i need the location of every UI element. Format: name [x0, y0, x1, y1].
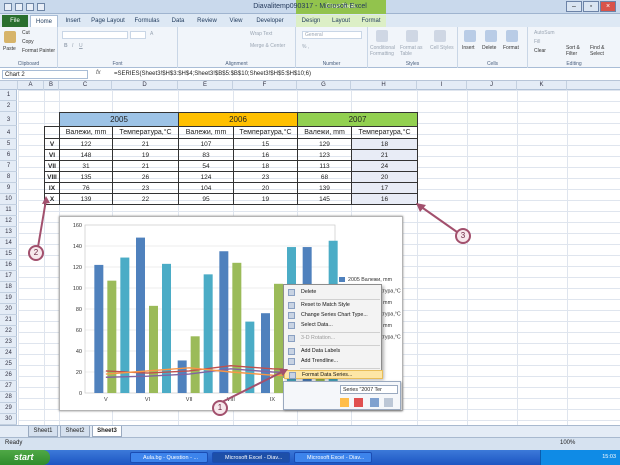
callout-badge-2: 2: [28, 245, 44, 261]
callout-3-arrowhead: [416, 203, 426, 212]
callout-badge-3: 3: [455, 228, 471, 244]
callout-3-arrow: [419, 205, 458, 233]
callout-2-arrowhead: [42, 196, 50, 204]
annotation-arrows: [37, 196, 458, 403]
callout-2-arrow: [37, 199, 47, 248]
callout-1-arrow: [221, 370, 285, 403]
callout-badge-1: 1: [212, 400, 228, 416]
